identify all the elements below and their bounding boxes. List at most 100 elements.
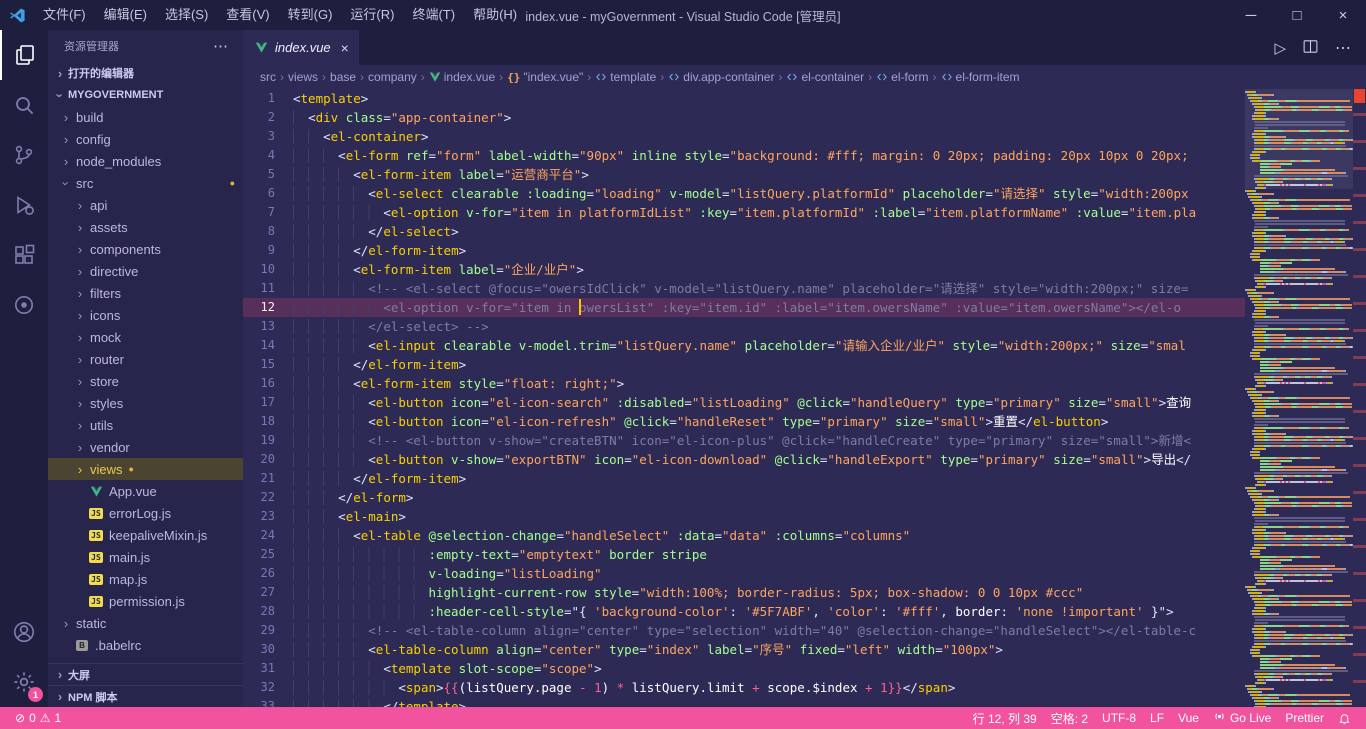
menu-item-7[interactable]: 帮助(H)	[464, 0, 526, 30]
breadcrumb-item[interactable]: el-form-item	[940, 70, 1021, 84]
menu-item-6[interactable]: 终端(T)	[403, 0, 464, 30]
tree-item-folder[interactable]: › directive	[48, 260, 243, 282]
problems-indicator[interactable]: ⊘ 0 ⚠ 1	[8, 707, 68, 729]
code-line[interactable]: 26 v-loading="listLoading"	[243, 564, 1245, 583]
extensions-icon[interactable]	[0, 230, 48, 280]
breadcrumb-item[interactable]: company	[367, 70, 418, 84]
code-line[interactable]: 6 <el-select clearable :loading="loading…	[243, 184, 1245, 203]
run-and-debug-icon[interactable]	[0, 180, 48, 230]
prettier-indicator[interactable]: Prettier	[1278, 707, 1331, 729]
code-line[interactable]: 25 :empty-text="emptytext" border stripe	[243, 545, 1245, 564]
minimap[interactable]	[1245, 89, 1353, 707]
code-line[interactable]: 32 <span>{{(listQuery.page - 1) * listQu…	[243, 678, 1245, 697]
tree-item-folder[interactable]: › api	[48, 194, 243, 216]
open-editors-section[interactable]: › 打开的编辑器	[48, 62, 243, 84]
project-root-section[interactable]: › MYGOVERNMENT	[48, 84, 243, 106]
breadcrumb-item[interactable]: src	[259, 70, 277, 84]
close-button[interactable]: ×	[1320, 0, 1366, 30]
code-line[interactable]: 27 highlight-current-row style="width:10…	[243, 583, 1245, 602]
search-icon[interactable]	[0, 80, 48, 130]
tree-item-folder[interactable]: › build	[48, 106, 243, 128]
tree-item-folder[interactable]: › components	[48, 238, 243, 260]
live-server-icon[interactable]	[0, 280, 48, 330]
maximize-button[interactable]: □	[1274, 0, 1320, 30]
code-line[interactable]: 18 <el-button icon="el-icon-refresh" @cl…	[243, 412, 1245, 431]
tree-item-folder[interactable]: › node_modules	[48, 150, 243, 172]
indentation-indicator[interactable]: 空格: 2	[1044, 707, 1095, 729]
code-line[interactable]: 20 <el-button v-show="exportBTN" icon="e…	[243, 450, 1245, 469]
code-line[interactable]: 11 <!-- <el-select @focus="owersIdClick"…	[243, 279, 1245, 298]
accounts-icon[interactable]	[0, 607, 48, 657]
sidebar-section-1[interactable]: › NPM 脚本	[48, 685, 243, 707]
tree-item-folder[interactable]: › vendor	[48, 436, 243, 458]
tree-item-folder[interactable]: › config	[48, 128, 243, 150]
breadcrumb-item[interactable]: {} "index.vue"	[506, 70, 584, 84]
breadcrumb-item[interactable]: index.vue	[428, 70, 496, 84]
code-line[interactable]: 23 <el-main>	[243, 507, 1245, 526]
tree-item-folder[interactable]: › assets	[48, 216, 243, 238]
tree-item-folder[interactable]: › mock	[48, 326, 243, 348]
code-line[interactable]: 4 <el-form ref="form" label-width="90px"…	[243, 146, 1245, 165]
code-line[interactable]: 13 </el-select> -->	[243, 317, 1245, 336]
more-actions-icon[interactable]: ⋯	[213, 37, 229, 55]
breadcrumb-item[interactable]: el-container	[785, 70, 865, 84]
code-line[interactable]: 15 </el-form-item>	[243, 355, 1245, 374]
explorer-icon[interactable]	[0, 30, 48, 80]
menu-item-5[interactable]: 运行(R)	[341, 0, 403, 30]
editor[interactable]: 1 <template> 2 <div class="app-container">…	[243, 89, 1366, 707]
tree-item-file[interactable]: JS errorLog.js	[48, 502, 243, 524]
breadcrumb-item[interactable]: views	[287, 70, 319, 84]
tree-item-file[interactable]: JS keepaliveMixin.js	[48, 524, 243, 546]
tree-item-folder[interactable]: › views ●	[48, 458, 243, 480]
split-editor-button[interactable]	[1302, 38, 1319, 58]
notifications-bell-icon[interactable]	[1331, 707, 1358, 729]
cursor-position[interactable]: 行 12, 列 39	[966, 707, 1044, 729]
source-control-icon[interactable]	[0, 130, 48, 180]
code-line[interactable]: 33 </template>	[243, 697, 1245, 707]
menu-item-2[interactable]: 选择(S)	[156, 0, 217, 30]
code-line[interactable]: 3 <el-container>	[243, 127, 1245, 146]
tree-item-folder[interactable]: › store	[48, 370, 243, 392]
tree-item-file[interactable]: B .babelrc	[48, 634, 243, 656]
code-line[interactable]: 29 <!-- <el-table-column align="center" …	[243, 621, 1245, 640]
code-line[interactable]: 16 <el-form-item style="float: right;">	[243, 374, 1245, 393]
settings-gear-icon[interactable]: 1	[0, 657, 48, 707]
tree-item-folder[interactable]: › src ●	[48, 172, 243, 194]
tree-item-folder[interactable]: › router	[48, 348, 243, 370]
code-line[interactable]: 22 </el-form>	[243, 488, 1245, 507]
minimize-button[interactable]: ─	[1228, 0, 1274, 30]
tree-item-folder[interactable]: › utils	[48, 414, 243, 436]
sidebar-section-0[interactable]: › 大屏	[48, 663, 243, 685]
code-line[interactable]: 12 <el-option v-for="item in owersList" …	[243, 298, 1245, 317]
breadcrumb-item[interactable]: template	[594, 70, 657, 84]
code-line[interactable]: 31 <template slot-scope="scope">	[243, 659, 1245, 678]
code-line[interactable]: 21 </el-form-item>	[243, 469, 1245, 488]
tab-close-icon[interactable]: ×	[341, 40, 349, 56]
language-indicator[interactable]: Vue	[1171, 707, 1206, 729]
code-line[interactable]: 1 <template>	[243, 89, 1245, 108]
tree-item-file[interactable]: JS map.js	[48, 568, 243, 590]
run-button[interactable]: ▷	[1274, 39, 1286, 57]
code-area[interactable]: 1 <template> 2 <div class="app-container">…	[243, 89, 1245, 707]
code-line[interactable]: 17 <el-button icon="el-icon-search" :dis…	[243, 393, 1245, 412]
tree-item-folder[interactable]: › styles	[48, 392, 243, 414]
breadcrumb-item[interactable]: base	[329, 70, 357, 84]
code-line[interactable]: 24 <el-table @selection-change="handleSe…	[243, 526, 1245, 545]
code-line[interactable]: 30 <el-table-column align="center" type=…	[243, 640, 1245, 659]
code-line[interactable]: 2 <div class="app-container">	[243, 108, 1245, 127]
tree-item-file[interactable]: JS permission.js	[48, 590, 243, 612]
encoding-indicator[interactable]: UTF-8	[1095, 707, 1143, 729]
tree-item-folder[interactable]: › static	[48, 612, 243, 634]
overview-ruler[interactable]	[1353, 89, 1366, 707]
code-line[interactable]: 8 </el-select>	[243, 222, 1245, 241]
code-line[interactable]: 28 :header-cell-style="{ 'background-col…	[243, 602, 1245, 621]
menu-item-3[interactable]: 查看(V)	[217, 0, 278, 30]
tab-index-vue[interactable]: index.vue ×	[243, 30, 360, 65]
code-line[interactable]: 7 <el-option v-for="item in platformIdLi…	[243, 203, 1245, 222]
eol-indicator[interactable]: LF	[1143, 707, 1171, 729]
code-line[interactable]: 9 </el-form-item>	[243, 241, 1245, 260]
tree-item-folder[interactable]: › icons	[48, 304, 243, 326]
go-live-button[interactable]: Go Live	[1206, 707, 1278, 729]
code-line[interactable]: 10 <el-form-item label="企业/业户">	[243, 260, 1245, 279]
code-line[interactable]: 14 <el-input clearable v-model.trim="lis…	[243, 336, 1245, 355]
